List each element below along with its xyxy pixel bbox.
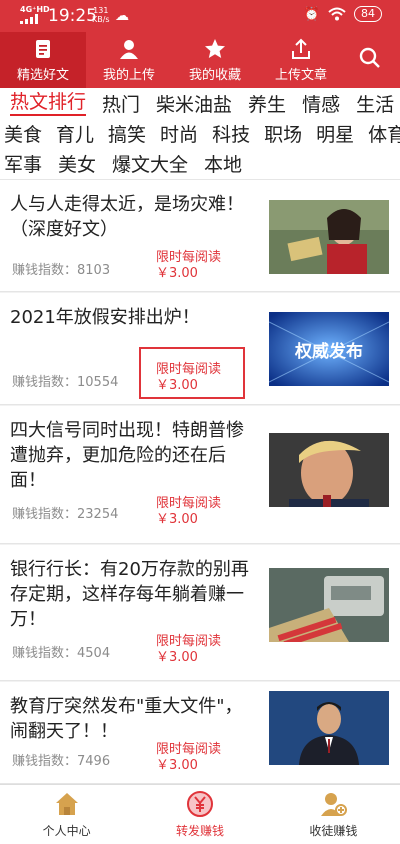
- category-item[interactable]: 体育: [368, 120, 400, 147]
- article-card[interactable]: 四大信号同时出现！特朗普惨遭抛弃，更加危险的还在后面！ 赚钱指数：23254 限…: [0, 406, 400, 544]
- category-item[interactable]: 养生: [248, 90, 286, 117]
- tab-label: 上传文章: [274, 67, 327, 83]
- top-nav: 精选好文 我的上传 我的收藏 上传文章: [0, 32, 400, 88]
- search-icon[interactable]: [358, 46, 382, 70]
- category-hot-ranking[interactable]: 热文排行: [10, 90, 87, 116]
- category-item[interactable]: 美食: [4, 120, 42, 147]
- person-icon: [120, 39, 138, 59]
- woman-in-red-photo: [269, 200, 389, 274]
- category-item[interactable]: 育儿: [56, 120, 94, 147]
- category-item[interactable]: 本地: [204, 150, 242, 177]
- earning-index: 赚钱指数：7496: [12, 754, 111, 769]
- category-item[interactable]: 美女: [58, 150, 96, 177]
- promo-label: 限时每阅读 ￥3.00: [156, 496, 222, 527]
- upload-icon: [292, 38, 310, 59]
- tab-featured[interactable]: 精选好文: [0, 32, 86, 88]
- promo-label: 限时每阅读 ￥3.00: [156, 742, 222, 773]
- category-row: 军事 美女 爆文大全 本地: [0, 148, 400, 178]
- category-item[interactable]: 生活: [356, 90, 394, 117]
- promo-label: 限时每阅读 ￥3.00: [156, 634, 222, 665]
- category-row: 美食 育儿 搞笑 时尚 科技 职场 明星 体育: [0, 118, 400, 148]
- article-title: 教育厅突然发布"重大文件"，闹翻天了！！: [10, 696, 243, 742]
- signal-icon: [20, 14, 38, 24]
- category-item[interactable]: 热门: [102, 90, 140, 117]
- article-title: 四大信号同时出现！特朗普惨遭抛弃，更加危险的还在后面！: [10, 420, 244, 491]
- signal-label: 4G⁺HD: [20, 5, 50, 14]
- category-item[interactable]: 柴米油盐: [156, 90, 232, 117]
- svg-text:权威发布: 权威发布: [294, 341, 363, 362]
- category-item[interactable]: 时尚: [160, 120, 198, 147]
- category-item[interactable]: 军事: [4, 150, 42, 177]
- category-item[interactable]: 职场: [264, 120, 302, 147]
- bottom-tab-label: 收徒赚钱: [309, 824, 358, 838]
- earning-index: 赚钱指数：8103: [12, 263, 111, 278]
- bottom-nav: 个人中心 转发赚钱 收徒赚钱: [0, 784, 400, 844]
- category-item[interactable]: 情感: [302, 90, 340, 117]
- tab-label: 精选好文: [16, 67, 69, 83]
- tab-recruit-earn[interactable]: 收徒赚钱: [267, 785, 400, 844]
- wifi-icon: [328, 7, 346, 21]
- promo-label: 限时每阅读 ￥3.00: [156, 362, 222, 393]
- category-item[interactable]: 搞笑: [108, 120, 146, 147]
- tab-label: 我的上传: [102, 67, 155, 83]
- cloud-icon: ☁: [115, 8, 129, 24]
- category-item[interactable]: 爆文大全: [112, 150, 188, 177]
- alarm-icon: ⏰: [303, 6, 320, 22]
- article-title: 人与人走得太近，是场灾难！（深度好文）: [10, 194, 244, 240]
- net-speed: 131 KB/s: [92, 6, 110, 24]
- earning-index: 赚钱指数：10554: [12, 375, 119, 390]
- article-card[interactable]: 教育厅突然发布"重大文件"，闹翻天了！！ 赚钱指数：7496 限时每阅读 ￥3.0…: [0, 682, 400, 784]
- article-title: 2021年放假安排出炉！: [10, 307, 200, 328]
- category-bar: 热文排行 热门 柴米油盐 养生 情感 生活 美食 育儿 搞笑 时尚 科技 职场 …: [0, 88, 400, 180]
- article-feed[interactable]: 人与人走得太近，是场灾难！（深度好文） 赚钱指数：8103 限时每阅读 ￥3.00…: [0, 180, 400, 784]
- cash-counting-machine-photo: [269, 568, 389, 642]
- authority-release-banner: 权威发布: [269, 312, 389, 386]
- category-item[interactable]: 科技: [212, 120, 250, 147]
- category-item[interactable]: 明星: [316, 120, 354, 147]
- user-add-icon: [321, 793, 348, 816]
- bottom-tab-label: 个人中心: [42, 824, 91, 838]
- tab-label: 我的收藏: [188, 67, 241, 83]
- article-card[interactable]: 2021年放假安排出炉！ 赚钱指数：10554 限时每阅读 ￥3.00 权威发布: [0, 293, 400, 405]
- article-title: 银行行长：有20万存款的别再存定期，这样存每年躺着赚一万！: [10, 559, 249, 630]
- earning-index: 赚钱指数：4504: [12, 646, 111, 661]
- promo-label: 限时每阅读 ￥3.00: [156, 250, 222, 281]
- tab-personal-center[interactable]: 个人中心: [0, 785, 133, 844]
- politician-portrait-photo: [269, 433, 389, 507]
- tab-my-uploads[interactable]: 我的上传: [86, 32, 172, 88]
- battery-icon: 84: [354, 6, 382, 22]
- yuan-coin-icon: [186, 791, 213, 817]
- star-icon: [205, 38, 225, 58]
- bottom-tab-label: 转发赚钱: [175, 824, 224, 838]
- document-icon: [36, 39, 50, 58]
- status-bar: 4G⁺HD 19:25 131 KB/s ☁ ⏰ 84: [0, 0, 400, 32]
- home-icon: [55, 793, 78, 815]
- clock: 19:25: [48, 6, 97, 26]
- earning-index: 赚钱指数：23254: [12, 507, 119, 522]
- category-row: 热文排行 热门 柴米油盐 养生 情感 生活: [0, 88, 400, 118]
- article-card[interactable]: 人与人走得太近，是场灾难！（深度好文） 赚钱指数：8103 限时每阅读 ￥3.00: [0, 180, 400, 292]
- tab-upload-article[interactable]: 上传文章: [258, 32, 344, 88]
- article-card[interactable]: 银行行长：有20万存款的别再存定期，这样存每年躺着赚一万！ 赚钱指数：4504 …: [0, 545, 400, 681]
- news-anchor-photo: [269, 691, 389, 765]
- tab-share-earn[interactable]: 转发赚钱: [133, 785, 266, 844]
- tab-my-favorites[interactable]: 我的收藏: [172, 32, 258, 88]
